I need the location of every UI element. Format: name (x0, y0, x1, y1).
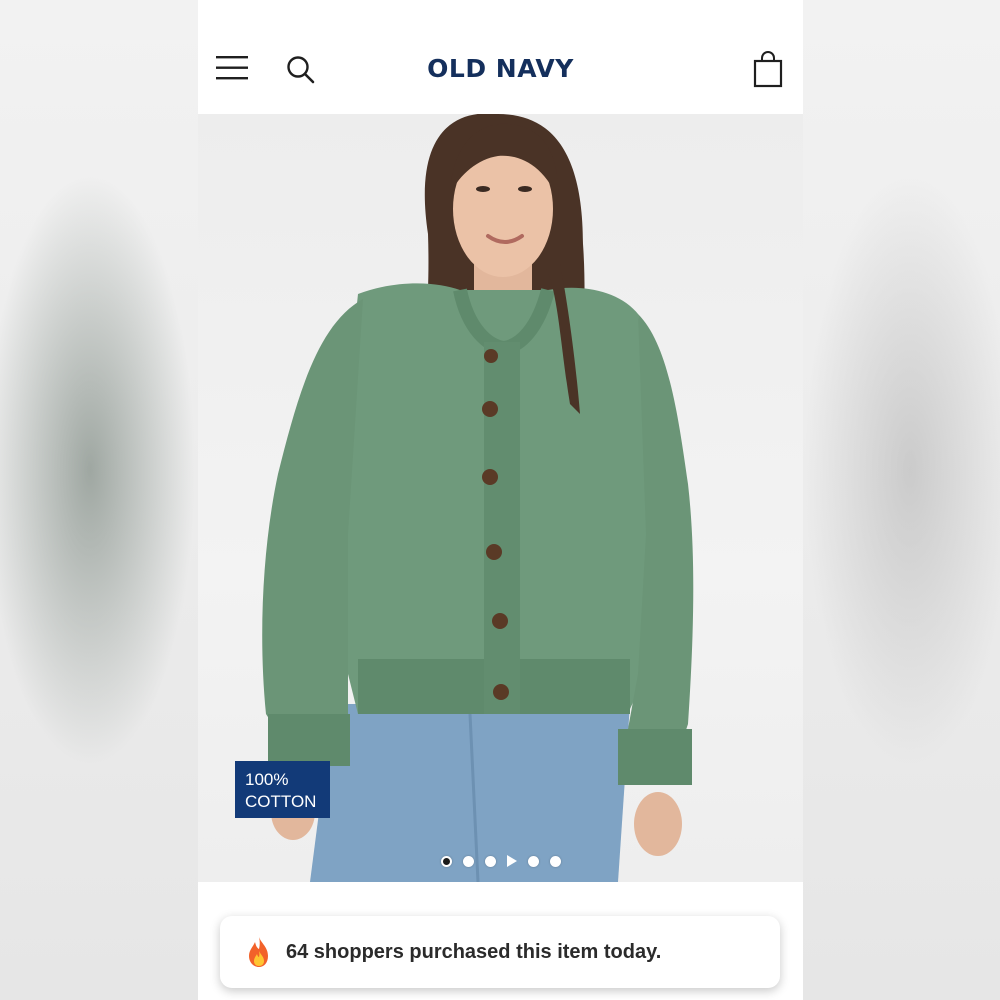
carousel-dot-3[interactable] (484, 855, 496, 867)
brand-logo[interactable]: OLD NAVY (198, 54, 803, 83)
site-header: OLD NAVY (198, 0, 803, 114)
phone-screen: OLD NAVY 100% COTTON 64 shoppers purchas… (198, 0, 803, 1000)
social-proof-toast: 64 shoppers purchased this item today. (220, 916, 780, 988)
carousel-dot-2[interactable] (462, 855, 474, 867)
toast-message: 64 shoppers purchased this item today. (286, 940, 662, 963)
carousel-dot-1[interactable] (440, 855, 452, 867)
shopping-bag-icon[interactable] (753, 50, 783, 88)
material-badge: 100% COTTON (235, 761, 330, 818)
fire-icon (249, 937, 268, 967)
badge-material: COTTON (245, 792, 317, 811)
carousel-dot-5[interactable] (527, 855, 539, 867)
carousel-dot-6[interactable] (549, 855, 561, 867)
video-play-icon[interactable] (506, 855, 517, 867)
badge-percent: 100% (245, 770, 289, 789)
product-image[interactable]: 100% COTTON (198, 114, 803, 882)
carousel-indicators (198, 854, 803, 868)
